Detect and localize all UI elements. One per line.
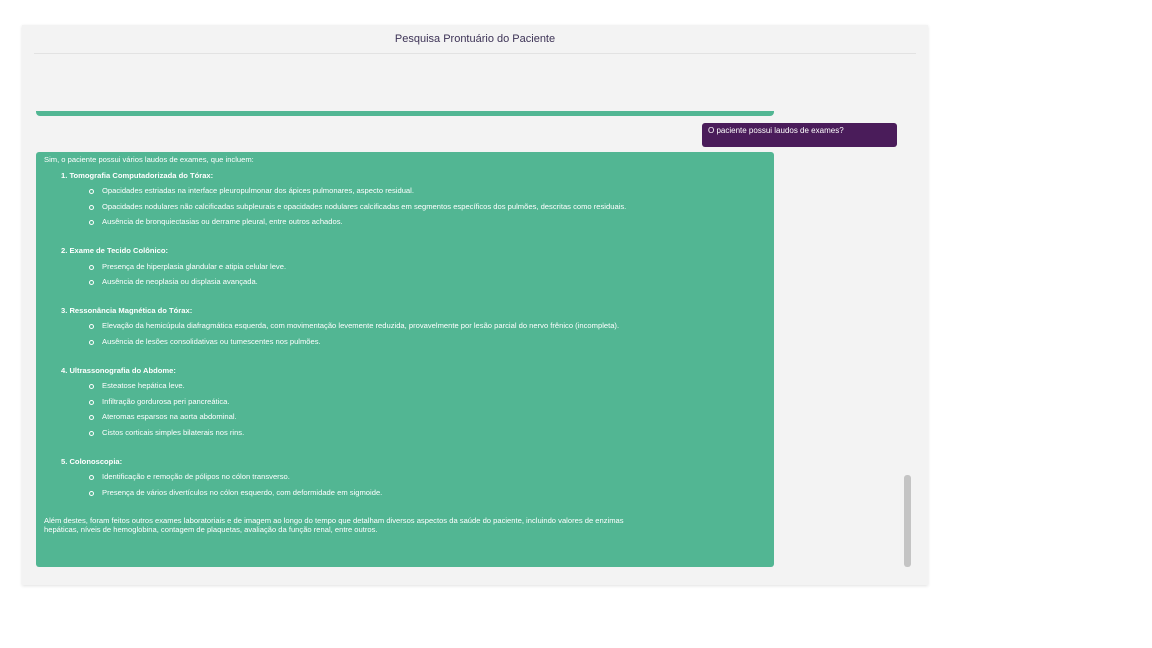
chat-panel: Pesquisa Prontuário do Paciente O pacien… bbox=[22, 25, 928, 585]
finding-item: Esteatose hepática leve. bbox=[89, 382, 766, 391]
assistant-message-bubble: Sim, o paciente possui vários laudos de … bbox=[36, 152, 774, 567]
exam-section-title: 1. Tomografia Computadorizada do Tórax: bbox=[61, 170, 214, 180]
exam-section-title: 4. Ultrassonografia do Abdome: bbox=[61, 365, 176, 375]
finding-item: Ausência de neoplasia ou displasia avanç… bbox=[89, 278, 766, 287]
exam-section-title: 3. Ressonância Magnética do Tórax: bbox=[61, 305, 193, 315]
scrollbar-thumb[interactable] bbox=[904, 475, 911, 567]
finding-item: Identificação e remoção de pólipos no có… bbox=[89, 472, 766, 482]
finding-item: Presença de hiperplasia glandular e atip… bbox=[89, 262, 766, 272]
assistant-outro: Além destes, foram feitos outros exames … bbox=[44, 516, 624, 534]
exam-section: 2. Exame de Tecido Colônico: Presença de… bbox=[44, 245, 766, 287]
page-title: Pesquisa Prontuário do Paciente bbox=[34, 25, 916, 54]
previous-message-bubble bbox=[36, 111, 774, 116]
exam-section: 3. Ressonância Magnética do Tórax: Eleva… bbox=[44, 305, 766, 347]
finding-item: Infiltração gordurosa peri pancreática. bbox=[89, 397, 766, 407]
finding-item: Ausência de lesões consolidativas ou tum… bbox=[89, 337, 766, 347]
finding-item: Ausência de bronquiectasias ou derrame p… bbox=[89, 218, 766, 227]
assistant-intro: Sim, o paciente possui vários laudos de … bbox=[44, 155, 254, 164]
exam-findings-list: Opacidades estriadas na interface pleuro… bbox=[44, 187, 766, 227]
exam-section: 4. Ultrassonografia do Abdome: Esteatose… bbox=[44, 365, 766, 438]
finding-item: Presença de vários divertículos no cólon… bbox=[89, 488, 766, 498]
finding-item: Cistos corticais simples bilaterais nos … bbox=[89, 428, 766, 438]
exam-section-title: 5. Colonoscopia: bbox=[61, 456, 123, 466]
exam-findings-list: Esteatose hepática leve. Infiltração gor… bbox=[44, 382, 766, 437]
finding-item: Opacidades estriadas na interface pleuro… bbox=[89, 187, 766, 196]
finding-item: Ateromas esparsos na aorta abdominal. bbox=[89, 413, 766, 422]
exam-findings-list: Elevação da hemicúpula diafragmática esq… bbox=[44, 322, 766, 346]
exam-section: 5. Colonoscopia: Identificação e remoção… bbox=[44, 456, 766, 498]
finding-item: Elevação da hemicúpula diafragmática esq… bbox=[89, 322, 766, 331]
exam-section-title: 2. Exame de Tecido Colônico: bbox=[61, 245, 169, 255]
exam-findings-list: Identificação e remoção de pólipos no có… bbox=[44, 472, 766, 498]
exam-section: 1. Tomografia Computadorizada do Tórax: … bbox=[44, 170, 766, 227]
exam-findings-list: Presença de hiperplasia glandular e atip… bbox=[44, 262, 766, 287]
finding-item: Opacidades nodulares não calcificadas su… bbox=[89, 202, 766, 212]
user-message-bubble: O paciente possui laudos de exames? bbox=[702, 123, 897, 147]
